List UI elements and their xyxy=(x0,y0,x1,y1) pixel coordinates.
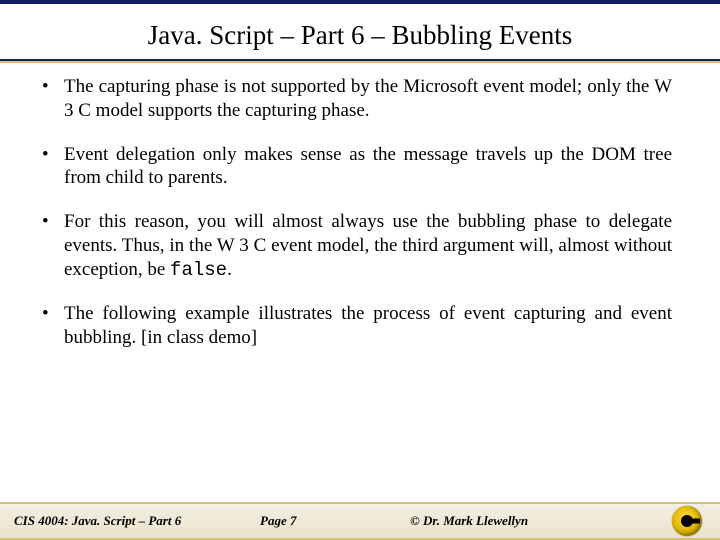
footer-page: Page 7 xyxy=(260,513,410,529)
bullet-code: false xyxy=(170,259,227,281)
footer: CIS 4004: Java. Script – Part 6 Page 7 ©… xyxy=(0,502,720,538)
footer-left: CIS 4004: Java. Script – Part 6 xyxy=(0,513,260,529)
bullet-item: The following example illustrates the pr… xyxy=(36,302,672,350)
bullet-item: The capturing phase is not supported by … xyxy=(36,75,672,123)
bullet-text: For this reason, you will almost always … xyxy=(64,211,672,280)
bullet-text: The following example illustrates the pr… xyxy=(64,303,672,348)
bullet-item: Event delegation only makes sense as the… xyxy=(36,143,672,191)
slide-title: Java. Script – Part 6 – Bubbling Events xyxy=(0,4,720,57)
footer-author: © Dr. Mark Llewellyn xyxy=(410,513,610,529)
slide: Java. Script – Part 6 – Bubbling Events … xyxy=(0,0,720,540)
bullet-text: The capturing phase is not supported by … xyxy=(64,76,672,121)
bullet-text: . xyxy=(227,259,232,280)
bullet-list: The capturing phase is not supported by … xyxy=(0,61,720,502)
bullet-text: Event delegation only makes sense as the… xyxy=(64,144,672,189)
bullet-item: For this reason, you will almost always … xyxy=(36,210,672,282)
ucf-logo-icon xyxy=(672,506,702,536)
